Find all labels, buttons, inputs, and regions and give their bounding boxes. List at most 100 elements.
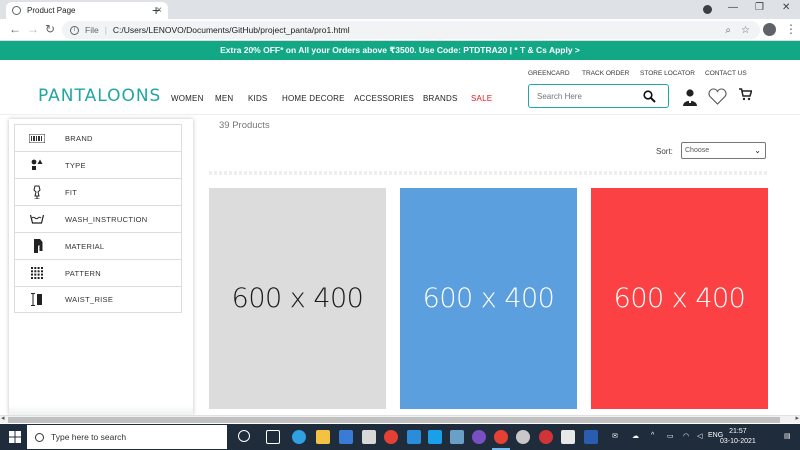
filter-type[interactable]: TYPE: [14, 151, 182, 178]
camera-icon[interactable]: [561, 430, 575, 444]
settings-gear-icon[interactable]: [516, 430, 530, 444]
clock-date: 03-10-2021: [720, 438, 756, 445]
promo-banner[interactable]: Extra 20% OFF* on All your Orders above …: [0, 41, 800, 60]
browser-toolbar: ← → ↻ i File | C:/Users/LENOVO/Documents…: [0, 19, 800, 41]
notification-icon[interactable]: ✉: [612, 432, 618, 440]
filter-label: BRAND: [65, 133, 93, 143]
system-clock[interactable]: 21:57 03-10-2021: [720, 427, 756, 447]
cart-icon[interactable]: [739, 88, 752, 101]
site-search-box[interactable]: [528, 84, 669, 108]
windows-start-icon[interactable]: [9, 431, 21, 443]
user-account-icon[interactable]: [682, 88, 698, 106]
brand-logo[interactable]: PANTALOONS: [38, 86, 161, 106]
word-icon[interactable]: [584, 430, 598, 444]
scrollbar-thumb[interactable]: [8, 417, 780, 423]
product-card-1[interactable]: 600 x 400: [209, 188, 386, 409]
horizontal-scrollbar[interactable]: ◂ ▸: [0, 415, 800, 423]
search-icon: [35, 432, 44, 442]
placeholder-label: 600 x 400: [613, 283, 746, 314]
nav-home-decore[interactable]: HOME DECORE: [282, 94, 345, 103]
header-divider: [0, 114, 800, 115]
browser-menu-icon[interactable]: ⋮: [785, 22, 797, 36]
skype-icon[interactable]: [428, 430, 442, 444]
wash-tub-icon: [29, 212, 45, 226]
url-text[interactable]: C:/Users/LENOVO/Documents/GitHub/project…: [113, 25, 726, 35]
filter-label: WAIST_RISE: [65, 295, 114, 304]
util-link-store-locator[interactable]: STORE LOCATOR: [640, 70, 695, 77]
wifi-icon[interactable]: ◠: [683, 432, 689, 440]
dotted-divider: [209, 171, 767, 175]
app-red-icon[interactable]: [539, 430, 553, 444]
site-search-input[interactable]: [537, 91, 637, 101]
filter-list: BRAND TYPE FIT WASH_INSTRUCTION MATERIAL: [14, 124, 182, 313]
filter-fit[interactable]: FIT: [14, 178, 182, 205]
filter-material[interactable]: MATERIAL: [14, 232, 182, 259]
waist-rise-icon: [29, 293, 45, 307]
close-window-button[interactable]: ✕: [782, 2, 790, 13]
bookmark-star-icon[interactable]: ☆: [741, 25, 750, 36]
product-card-3[interactable]: 600 x 400: [591, 188, 768, 409]
globe-icon: [12, 6, 21, 15]
edge-icon[interactable]: [292, 430, 306, 444]
new-tab-button[interactable]: +: [152, 2, 160, 18]
volume-icon[interactable]: ◁: [697, 432, 702, 440]
util-link-contact-us[interactable]: CONTACT US: [705, 70, 747, 77]
sort-selected-value: Choose: [685, 147, 710, 154]
shirt-icon: [29, 239, 45, 253]
action-center-icon[interactable]: ▤: [784, 432, 791, 440]
product-card-2[interactable]: 600 x 400: [400, 188, 577, 409]
util-link-track-order[interactable]: TRACK ORDER: [582, 70, 629, 77]
sort-dropdown[interactable]: Choose ⌄: [681, 142, 766, 159]
url-scheme: File: [85, 25, 99, 35]
nav-men[interactable]: MEN: [215, 94, 233, 103]
show-hidden-icon[interactable]: ^: [651, 432, 654, 439]
restore-button[interactable]: ❐: [755, 2, 764, 13]
zoom-icon[interactable]: ⌕: [725, 25, 731, 36]
filter-label: WASH_INSTRUCTION: [65, 214, 148, 224]
scroll-left-icon[interactable]: ◂: [1, 414, 5, 422]
taskbar-search-placeholder: Type here to search: [51, 432, 127, 442]
vscode-icon[interactable]: [407, 430, 421, 444]
nav-kids[interactable]: KIDS: [248, 94, 267, 103]
util-link-greencard[interactable]: GREENCARD: [528, 70, 570, 77]
tab-title: Product Page: [27, 6, 76, 15]
browser-tab[interactable]: Product Page ×: [6, 2, 168, 19]
battery-icon[interactable]: ▭: [667, 432, 674, 440]
tab-search-icon[interactable]: [703, 5, 712, 14]
nav-brands[interactable]: BRANDS: [423, 94, 458, 103]
back-icon[interactable]: ←: [9, 22, 21, 36]
filter-brand[interactable]: BRAND: [14, 124, 182, 151]
address-bar[interactable]: i File | C:/Users/LENOVO/Documents/GitHu…: [62, 21, 760, 39]
onedrive-icon[interactable]: ☁: [632, 432, 639, 440]
nav-sale[interactable]: SALE: [471, 94, 492, 103]
filter-pattern[interactable]: PATTERN: [14, 259, 182, 286]
filter-label: FIT: [65, 187, 78, 197]
filter-label: PATTERN: [65, 268, 101, 278]
minimize-button[interactable]: —: [728, 2, 738, 13]
filter-wash-instruction[interactable]: WASH_INSTRUCTION: [14, 205, 182, 232]
browser-tab-strip: Product Page × + — ❐ ✕: [0, 0, 800, 19]
scroll-right-icon[interactable]: ▸: [795, 414, 799, 422]
reload-icon[interactable]: ↻: [45, 22, 55, 36]
nav-women[interactable]: WOMEN: [171, 94, 204, 103]
info-icon[interactable]: i: [70, 25, 79, 35]
wishlist-heart-icon[interactable]: [708, 88, 727, 105]
placeholder-label: 600 x 400: [231, 283, 364, 314]
file-explorer-icon[interactable]: [316, 430, 330, 444]
filter-sidebar: BRAND TYPE FIT WASH_INSTRUCTION MATERIAL: [9, 119, 193, 415]
search-icon[interactable]: [643, 90, 656, 103]
forward-icon[interactable]: →: [27, 22, 39, 36]
task-view-icon[interactable]: [266, 430, 280, 444]
github-icon[interactable]: [472, 430, 486, 444]
chrome-active-icon[interactable]: [494, 430, 508, 444]
nav-accessories[interactable]: ACCESSORIES: [354, 94, 414, 103]
app-icon[interactable]: [362, 430, 376, 444]
photos-icon[interactable]: [450, 430, 464, 444]
placeholder-label: 600 x 400: [422, 283, 555, 314]
taskbar-search[interactable]: Type here to search: [27, 425, 227, 449]
filter-waist-rise[interactable]: WAIST_RISE: [14, 286, 182, 313]
cortana-icon[interactable]: [238, 430, 250, 442]
profile-avatar-icon[interactable]: [763, 23, 776, 36]
chrome-icon[interactable]: [384, 430, 398, 444]
store-icon[interactable]: [339, 430, 353, 444]
